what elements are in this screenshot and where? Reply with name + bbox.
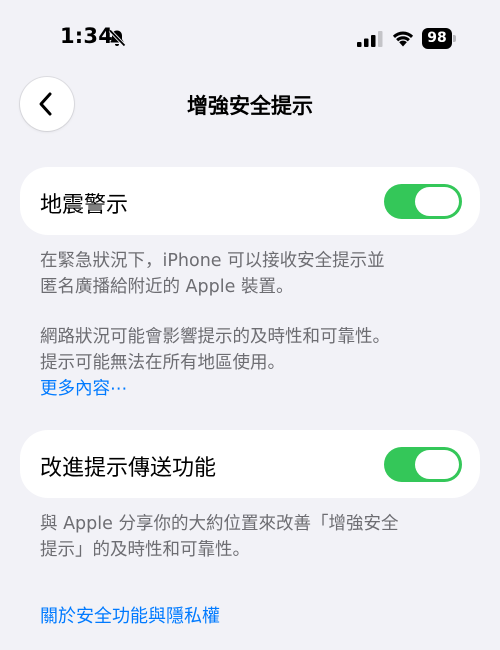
bell-slash-icon — [108, 29, 126, 47]
earthquake-alerts-toggle[interactable] — [384, 184, 462, 219]
status-time: 1:34 — [60, 24, 114, 48]
earthquake-footnote: 在緊急狀況下，iPhone 可以接收安全提示並 匿名廣播給附近的 Apple 裝… — [40, 248, 470, 402]
battery-level: 98 — [422, 28, 452, 49]
footnote-line: 與 Apple 分享你的大約位置來改善「增強安全 — [40, 514, 399, 534]
footnote-line: 網路狀況可能會影響提示的及時性和可靠性。 — [40, 327, 390, 347]
earthquake-alerts-label: 地震警示 — [40, 193, 129, 218]
earthquake-alerts-row: 地震警示 — [20, 167, 480, 235]
improve-delivery-footnote: 與 Apple 分享你的大約位置來改善「增強安全 提示」的及時性和可靠性。 — [40, 511, 470, 563]
footnote-line: 提示可能無法在所有地區使用。 — [40, 353, 285, 373]
footnote-line: 在緊急狀況下，iPhone 可以接收安全提示並 — [40, 251, 385, 271]
footnote-spacer — [40, 300, 470, 324]
about-safety-privacy-link[interactable]: 關於安全功能與隱私權 — [40, 602, 220, 628]
status-bar: 1:34 98 — [0, 0, 500, 80]
toggle-knob — [415, 187, 459, 216]
improve-delivery-row: 改進提示傳送功能 — [20, 430, 480, 498]
footnote-line: 匿名廣播給附近的 Apple 裝置。 — [40, 277, 294, 297]
battery-cap — [453, 35, 456, 42]
battery-icon: 98 — [422, 28, 458, 49]
improve-delivery-toggle[interactable] — [384, 447, 462, 482]
footnote-line: 提示」的及時性和可靠性。 — [40, 540, 250, 560]
improve-delivery-label: 改進提示傳送功能 — [40, 456, 217, 481]
toggle-knob — [415, 450, 459, 479]
cellular-signal-icon — [357, 31, 383, 47]
page-title: 增強安全提示 — [187, 94, 313, 118]
wifi-icon — [392, 31, 414, 47]
learn-more-link[interactable]: 更多內容⋯ — [40, 376, 470, 402]
